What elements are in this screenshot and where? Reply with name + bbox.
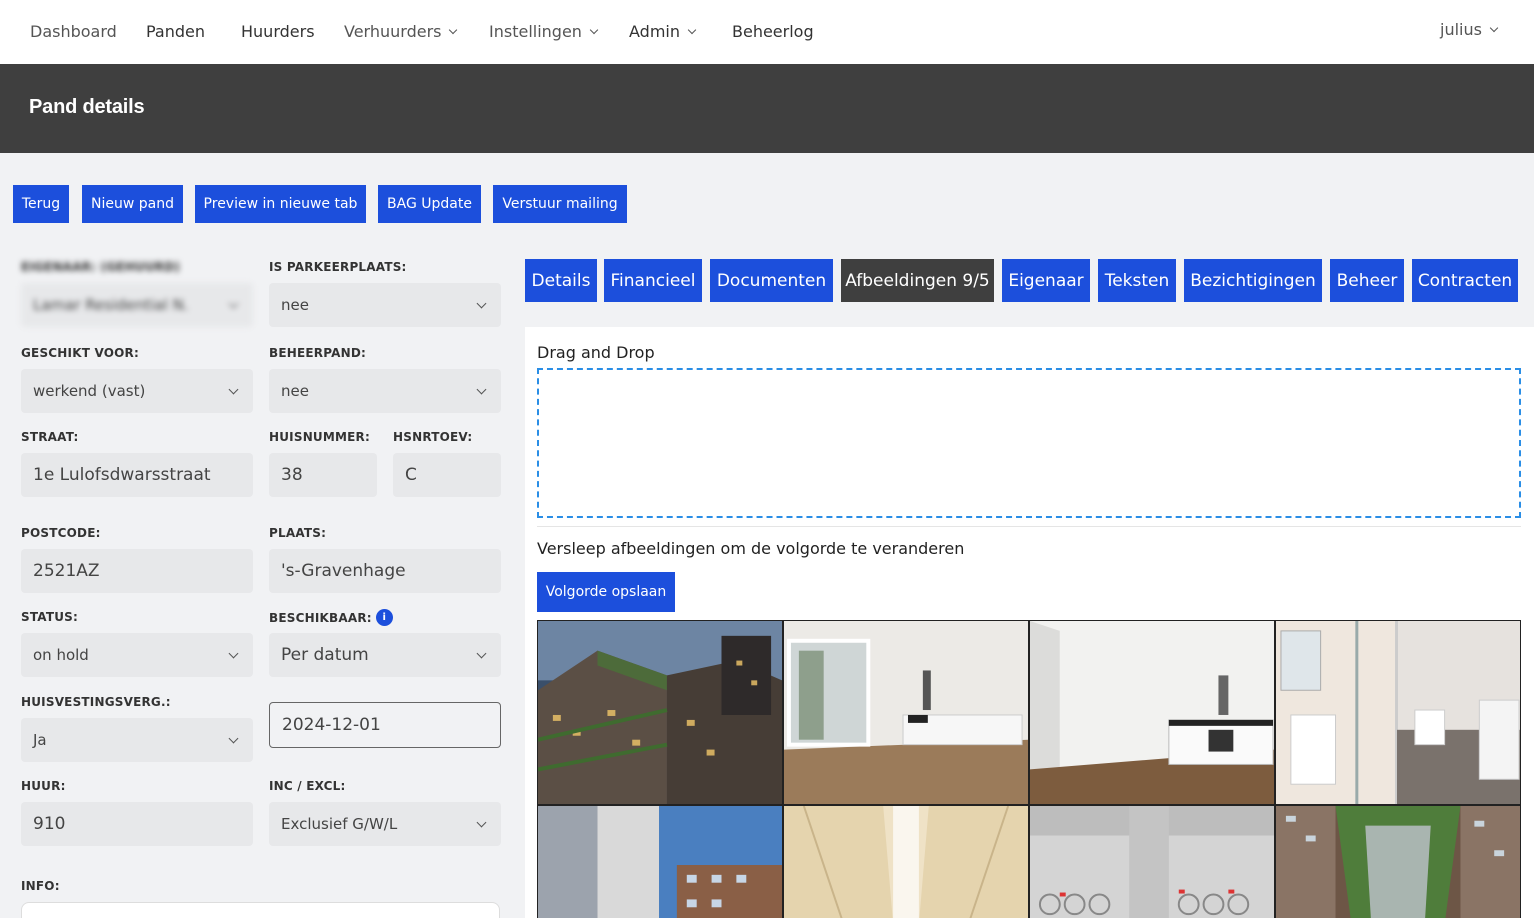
- beschikbaar-label: BESCHIKBAAR: i: [269, 609, 393, 627]
- chevron-down-icon: [476, 298, 487, 309]
- huisvesting-value: Ja: [33, 731, 47, 749]
- chevron-down-icon: [228, 384, 239, 395]
- huisnummer-input[interactable]: 38: [269, 453, 377, 497]
- property-image-bike-storage[interactable]: [1029, 805, 1275, 918]
- tab-details[interactable]: Details: [525, 259, 597, 302]
- nav-beheerlog[interactable]: Beheerlog: [732, 22, 814, 41]
- property-image-kitchen[interactable]: [1029, 620, 1275, 805]
- eigenaar-select[interactable]: Lamar Residential N.: [21, 283, 253, 327]
- chevron-down-icon: [589, 25, 599, 35]
- tab-contracten[interactable]: Contracten: [1412, 259, 1518, 302]
- beschikbaar-value: Per datum: [281, 645, 369, 665]
- tab-eigenaar[interactable]: Eigenaar: [1002, 259, 1090, 302]
- top-navigation: Dashboard Panden Huurders Verhuurders In…: [0, 0, 1534, 64]
- huisvesting-select[interactable]: Ja: [21, 718, 253, 762]
- chevron-down-icon: [449, 25, 458, 35]
- nav-instellingen[interactable]: Instellingen: [489, 22, 599, 41]
- nav-dashboard[interactable]: Dashboard: [30, 22, 117, 41]
- page-header: Pand details: [0, 64, 1534, 153]
- eigenaar-value: Lamar Residential N.: [33, 296, 189, 314]
- reorder-hint: Versleep afbeeldingen om de volgorde te …: [537, 539, 965, 558]
- nav-verhuurders-label: Verhuurders: [344, 22, 442, 41]
- drag-drop-title: Drag and Drop: [537, 343, 655, 362]
- nieuw-pand-button[interactable]: Nieuw pand: [82, 185, 183, 223]
- tab-beheer[interactable]: Beheer: [1330, 259, 1404, 302]
- property-image-courtyard[interactable]: [1275, 805, 1521, 918]
- nav-admin-label: Admin: [629, 22, 680, 41]
- drop-zone[interactable]: [537, 368, 1521, 518]
- tab-documenten[interactable]: Documenten: [710, 259, 833, 302]
- beschikbaar-select[interactable]: Per datum: [269, 633, 501, 677]
- chevron-down-icon: [1489, 23, 1499, 33]
- status-label: STATUS:: [21, 610, 79, 624]
- user-menu[interactable]: julius: [1440, 20, 1499, 39]
- property-image-hallway[interactable]: [783, 805, 1029, 918]
- postcode-label: POSTCODE:: [21, 526, 101, 540]
- chevron-down-icon: [476, 648, 487, 659]
- geschikt-select[interactable]: werkend (vast): [21, 369, 253, 413]
- nav-instellingen-label: Instellingen: [489, 22, 582, 41]
- status-select[interactable]: on hold: [21, 633, 253, 677]
- nav-huurders[interactable]: Huurders: [241, 22, 315, 41]
- chevron-down-icon: [476, 817, 487, 828]
- beschikbaar-datum-input[interactable]: 2024-12-01: [269, 702, 501, 748]
- info-icon[interactable]: i: [375, 609, 393, 626]
- tab-teksten[interactable]: Teksten: [1098, 259, 1176, 302]
- beschikbaar-label-text: BESCHIKBAAR:: [269, 611, 372, 625]
- status-value: on hold: [33, 646, 89, 664]
- property-image-facade[interactable]: [537, 805, 783, 918]
- chevron-down-icon: [228, 733, 239, 744]
- beheerpand-select[interactable]: nee: [269, 369, 501, 413]
- eigenaar-label: EIGENAAR: (GEHUURD): [21, 260, 181, 274]
- tab-bezichtigingen[interactable]: Bezichtigingen: [1184, 259, 1322, 302]
- info-label: INFO:: [21, 879, 60, 893]
- tab-financieel[interactable]: Financieel: [604, 259, 702, 302]
- terug-button[interactable]: Terug: [13, 185, 69, 223]
- plaats-label: PLAATS:: [269, 526, 327, 540]
- nav-verhuurders[interactable]: Verhuurders: [344, 22, 458, 41]
- huur-input[interactable]: 910: [21, 802, 253, 846]
- parkeerplaats-select[interactable]: nee: [269, 283, 501, 327]
- incexcl-value: Exclusief G/W/L: [281, 815, 398, 833]
- beheerpand-value: nee: [281, 382, 309, 400]
- geschikt-value: werkend (vast): [33, 382, 146, 400]
- property-image-living-room[interactable]: [783, 620, 1029, 805]
- nav-panden[interactable]: Panden: [146, 22, 205, 41]
- huur-label: HUUR:: [21, 779, 66, 793]
- incexcl-label: INC / EXCL:: [269, 779, 346, 793]
- preview-button[interactable]: Preview in nieuwe tab: [195, 185, 366, 223]
- divider: [537, 526, 1521, 527]
- property-image-bathroom[interactable]: [1275, 620, 1521, 805]
- straat-label: STRAAT:: [21, 430, 79, 444]
- hsnrtoev-input[interactable]: C: [393, 453, 501, 497]
- postcode-input[interactable]: 2521AZ: [21, 549, 253, 593]
- user-name: julius: [1440, 20, 1482, 39]
- huisvesting-label: HUISVESTINGSVERG.:: [21, 695, 171, 709]
- parkeerplaats-label: IS PARKEERPLAATS:: [269, 260, 407, 274]
- hsnrtoev-label: HSNRTOEV:: [393, 430, 473, 444]
- chevron-down-icon: [687, 25, 697, 35]
- verstuur-mailing-button[interactable]: Verstuur mailing: [493, 185, 627, 223]
- info-textarea[interactable]: [21, 902, 500, 918]
- tab-afbeeldingen[interactable]: Afbeeldingen 9/5: [841, 259, 994, 302]
- beheerpand-label: BEHEERPAND:: [269, 346, 367, 360]
- nav-admin[interactable]: Admin: [629, 22, 697, 41]
- straat-input[interactable]: 1e Lulofsdwarsstraat: [21, 453, 253, 497]
- incexcl-select[interactable]: Exclusief G/W/L: [269, 802, 501, 846]
- page-title: Pand details: [29, 96, 145, 118]
- save-order-button[interactable]: Volgorde opslaan: [537, 572, 675, 612]
- geschikt-label: GESCHIKT VOOR:: [21, 346, 139, 360]
- parkeerplaats-value: nee: [281, 296, 309, 314]
- bag-update-button[interactable]: BAG Update: [378, 185, 481, 223]
- chevron-down-icon: [228, 298, 239, 309]
- huisnummer-label: HUISNUMMER:: [269, 430, 371, 444]
- chevron-down-icon: [228, 648, 239, 659]
- property-image-exterior[interactable]: [537, 620, 783, 805]
- chevron-down-icon: [476, 384, 487, 395]
- plaats-input[interactable]: 's-Gravenhage: [269, 549, 501, 593]
